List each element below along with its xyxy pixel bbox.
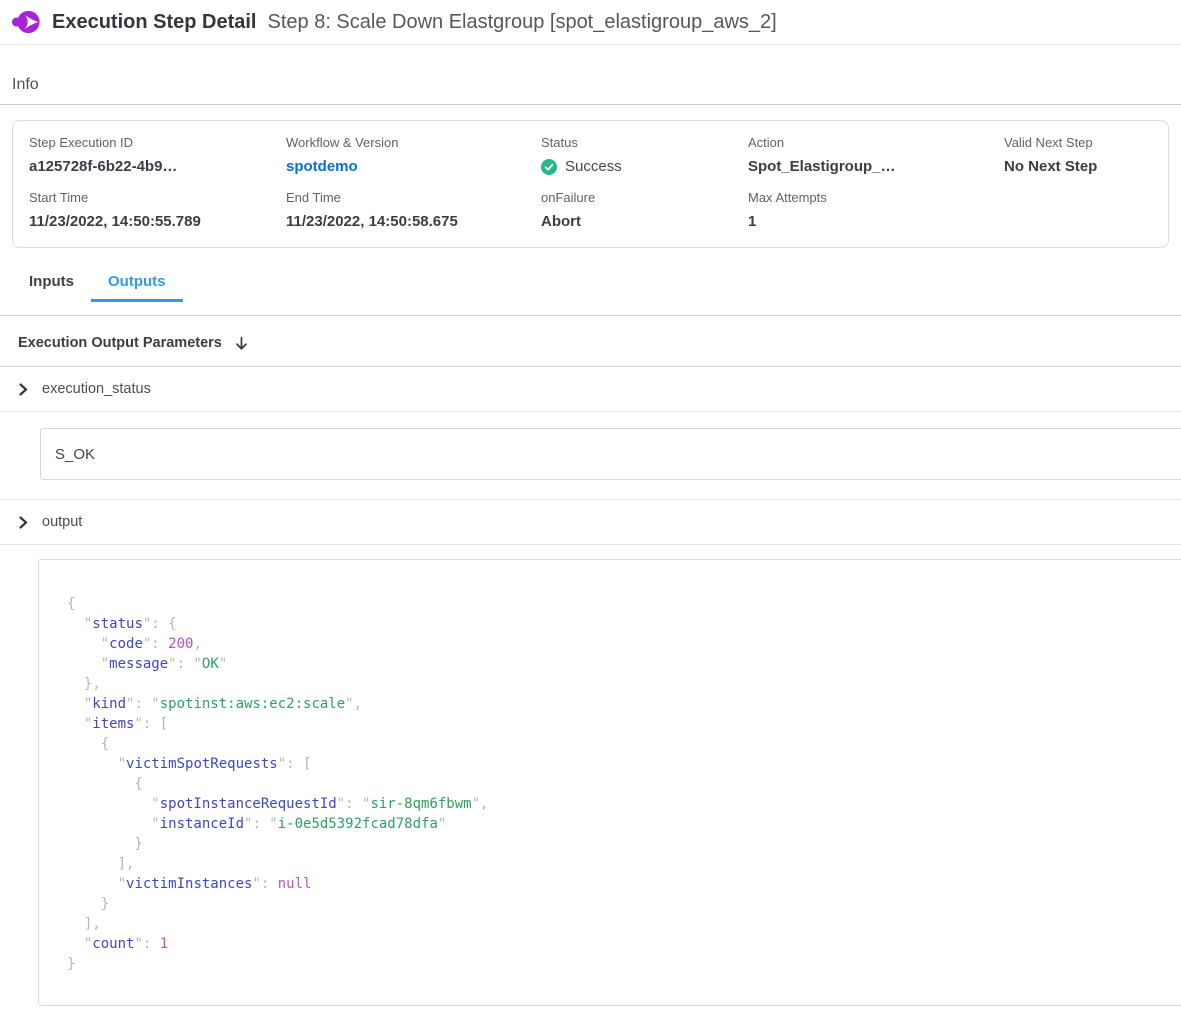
param-name: output [42,514,82,530]
param-row-execution-status[interactable]: execution_status [0,367,1181,412]
divider [0,104,1181,105]
field-label: End Time [286,190,541,205]
workflow-link[interactable]: spotdemo [286,158,541,175]
info-field-valid-next-step: Valid Next Step No Next Step [1004,135,1168,175]
outputs-heading: Execution Output Parameters [18,335,222,351]
page-subtitle: Step 8: Scale Down Elastgroup [spot_elas… [268,11,777,34]
info-field-end-time: End Time 11/23/2022, 14:50:58.675 [286,190,541,230]
info-field-workflow-version: Workflow & Version spotdemo [286,135,541,175]
field-value: 11/23/2022, 14:50:58.675 [286,213,541,230]
tabs: Inputs Outputs [12,267,1181,302]
status-badge: Success [541,158,748,175]
page-header: Execution Step Detail Step 8: Scale Down… [0,0,1181,45]
field-label: Status [541,135,748,150]
field-value: Abort [541,213,748,230]
execution-step-detail-page: Execution Step Detail Step 8: Scale Down… [0,0,1181,1019]
info-field-empty [1004,190,1168,230]
execution-status-value-box: S_OK [40,428,1181,480]
status-text: Success [565,158,622,175]
field-value: No Next Step [1004,158,1168,175]
info-field-onfailure: onFailure Abort [541,190,748,230]
field-label: Action [748,135,1004,150]
info-field-step-execution-id: Step Execution ID a125728f-6b22-4b9… [29,135,286,175]
field-label: Max Attempts [748,190,1004,205]
field-value: a125728f-6b22-4b9… [29,158,286,175]
title-wrap: Execution Step Detail Step 8: Scale Down… [52,11,777,34]
info-card: Step Execution ID a125728f-6b22-4b9… Wor… [12,120,1169,248]
field-label: Start Time [29,190,286,205]
field-value: 11/23/2022, 14:50:55.789 [29,213,286,230]
tab-outputs[interactable]: Outputs [91,267,183,302]
field-label: Step Execution ID [29,135,286,150]
output-json-viewer: { "status": { "code": 200, "message": "O… [38,559,1181,1006]
param-row-output[interactable]: output [0,500,1181,545]
field-label: Workflow & Version [286,135,541,150]
spot-logo-icon [12,10,40,34]
info-grid: Step Execution ID a125728f-6b22-4b9… Wor… [29,135,1168,230]
info-field-start-time: Start Time 11/23/2022, 14:50:55.789 [29,190,286,230]
download-arrow-icon[interactable] [235,336,248,351]
tab-inputs[interactable]: Inputs [12,267,91,302]
info-heading: Info [12,76,1181,94]
field-value: Spot_Elastigroup_… [748,158,1004,175]
chevron-right-icon [19,383,28,396]
execution-status-value: S_OK [55,446,95,463]
info-field-status: Status Success [541,135,748,175]
chevron-right-icon [19,516,28,529]
outputs-header: Execution Output Parameters [0,316,1181,351]
field-label: Valid Next Step [1004,135,1168,150]
info-field-max-attempts: Max Attempts 1 [748,190,1004,230]
field-value: 1 [748,213,1004,230]
field-label: onFailure [541,190,748,205]
page-title: Execution Step Detail [52,11,257,34]
check-circle-icon [541,159,557,175]
param-name: execution_status [42,381,151,397]
info-field-action: Action Spot_Elastigroup_… [748,135,1004,175]
